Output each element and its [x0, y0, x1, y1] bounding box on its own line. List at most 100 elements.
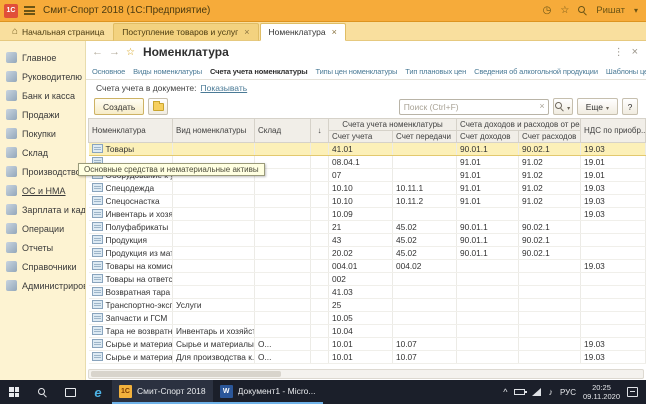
- search-button[interactable]: [552, 98, 573, 115]
- cell-sort[interactable]: [310, 168, 329, 182]
- cell-account[interactable]: 21: [328, 220, 393, 234]
- cell-nomenclature[interactable]: Товары на ответственн...: [88, 272, 173, 286]
- sidebar-item-sklad[interactable]: Склад: [0, 143, 85, 162]
- column-header-income[interactable]: Счет доходов: [456, 130, 520, 143]
- cell-expense[interactable]: 90.02.1: [518, 246, 582, 260]
- sidebar-item-bank-i-kassa[interactable]: Банк и касса: [0, 86, 85, 105]
- cell-warehouse[interactable]: [254, 298, 311, 312]
- cell-expense[interactable]: [518, 324, 582, 338]
- cell-vat[interactable]: 19.03: [580, 181, 646, 195]
- cell-warehouse[interactable]: [254, 285, 311, 299]
- cell-warehouse[interactable]: [254, 259, 311, 273]
- user-name[interactable]: Ришат: [596, 5, 625, 16]
- tab-nomenklatura[interactable]: Номенклатура: [259, 23, 346, 41]
- cell-income[interactable]: 90.01.1: [456, 233, 520, 247]
- cell-vat[interactable]: [580, 272, 646, 286]
- table-row[interactable]: Товары на комиссии 004.01004.02 19.03: [88, 259, 646, 273]
- cell-account[interactable]: 25: [328, 298, 393, 312]
- cell-expense[interactable]: 90.02.1: [518, 142, 582, 156]
- cell-nomenclature[interactable]: Продукция из материало...: [88, 246, 173, 260]
- table-row[interactable]: Полуфабрикаты 21 45.02 90.01.1 90.02.1: [88, 220, 646, 234]
- cell-expense[interactable]: [518, 350, 582, 364]
- cell-account[interactable]: 41.01: [328, 142, 393, 156]
- cell-nomenclature[interactable]: Инвентарь и хозяйственн...: [88, 207, 173, 221]
- cell-account[interactable]: 08.04.1: [328, 155, 393, 169]
- sidebar-item-os-i-nma[interactable]: ОС и НМА: [0, 181, 85, 200]
- cell-transfer[interactable]: [392, 311, 458, 325]
- add-favorite-star-icon[interactable]: [126, 47, 135, 58]
- table-row[interactable]: Возвратная тара 41.03: [88, 285, 646, 299]
- cell-expense[interactable]: [518, 207, 582, 221]
- form-nav-tab[interactable]: Виды номенклатуры: [133, 67, 202, 76]
- create-button[interactable]: Создать: [94, 98, 145, 115]
- cell-transfer[interactable]: [392, 324, 458, 338]
- sidebar-item-zarplata-i-kadry[interactable]: Зарплата и кадры: [0, 200, 85, 219]
- horizontal-scrollbar[interactable]: [88, 369, 644, 379]
- cell-transfer[interactable]: 10.11.1: [392, 181, 458, 195]
- cell-income[interactable]: 91.01: [456, 155, 520, 169]
- table-row[interactable]: Продукция 43 45.02 90.01.1 90.02.1: [88, 233, 646, 247]
- column-header-expense[interactable]: Счет расходов: [518, 130, 582, 143]
- cell-income[interactable]: [456, 272, 520, 286]
- taskbar-app-1c[interactable]: 1С Смит-Спорт 2018: [112, 380, 213, 404]
- cell-transfer[interactable]: [392, 207, 458, 221]
- cell-kind[interactable]: [172, 311, 255, 325]
- cell-expense[interactable]: 91.02: [518, 181, 582, 195]
- cell-vat[interactable]: 19.01: [580, 155, 646, 169]
- cell-sort[interactable]: [310, 181, 329, 195]
- cell-nomenclature[interactable]: Тара не возвратная: [88, 324, 173, 338]
- cell-transfer[interactable]: [392, 155, 458, 169]
- cell-sort[interactable]: [310, 298, 329, 312]
- cell-warehouse[interactable]: [254, 246, 311, 260]
- table-row[interactable]: Транспортно-эксп...Услуги 25: [88, 298, 646, 312]
- cell-expense[interactable]: [518, 259, 582, 273]
- cell-warehouse[interactable]: О...: [254, 337, 311, 351]
- cell-sort[interactable]: [310, 246, 329, 260]
- cell-sort[interactable]: [310, 337, 329, 351]
- clear-search-icon[interactable]: [539, 101, 544, 112]
- cell-expense[interactable]: 91.02: [518, 168, 582, 182]
- cell-income[interactable]: [456, 350, 520, 364]
- favorites-icon[interactable]: [560, 6, 569, 16]
- cell-warehouse[interactable]: [254, 142, 311, 156]
- help-button[interactable]: ?: [622, 98, 638, 115]
- cell-account[interactable]: 10.01: [328, 350, 393, 364]
- cell-vat[interactable]: 19.03: [580, 337, 646, 351]
- cell-account[interactable]: 10.10: [328, 194, 393, 208]
- cell-expense[interactable]: [518, 311, 582, 325]
- table-row[interactable]: Спецоснастка 10.10 10.11.2 91.01 91.02 19.03: [88, 194, 646, 208]
- cell-kind[interactable]: [172, 246, 255, 260]
- main-menu-icon[interactable]: [24, 6, 35, 15]
- sidebar-item-otchety[interactable]: Отчеты: [0, 238, 85, 257]
- sidebar-item-rukovoditelyu[interactable]: Руководителю: [0, 67, 85, 86]
- cell-vat[interactable]: [580, 298, 646, 312]
- cell-kind[interactable]: [172, 233, 255, 247]
- cell-vat[interactable]: 19.01: [580, 168, 646, 182]
- cell-warehouse[interactable]: [254, 207, 311, 221]
- speaker-icon[interactable]: [548, 387, 553, 397]
- sort-indicator-icon[interactable]: ↓: [310, 118, 329, 143]
- cell-kind[interactable]: [172, 272, 255, 286]
- table-row[interactable]: Сырье и материалыСырье и материалыО...10…: [88, 337, 646, 351]
- language-indicator[interactable]: РУС: [560, 388, 576, 397]
- cell-kind[interactable]: [172, 285, 255, 299]
- cell-kind[interactable]: [172, 207, 255, 221]
- cell-account[interactable]: 41.03: [328, 285, 393, 299]
- task-view-button[interactable]: [56, 380, 84, 404]
- table-row[interactable]: Товары на ответственн... 002: [88, 272, 646, 286]
- cell-expense[interactable]: 90.02.1: [518, 233, 582, 247]
- cell-transfer[interactable]: [392, 285, 458, 299]
- cell-nomenclature[interactable]: Сырье и материалы: [88, 337, 173, 351]
- battery-icon[interactable]: [514, 389, 528, 395]
- cell-vat[interactable]: 19.03: [580, 142, 646, 156]
- cell-income[interactable]: [456, 207, 520, 221]
- cell-sort[interactable]: [310, 350, 329, 364]
- create-group-button[interactable]: [148, 98, 169, 115]
- cell-transfer[interactable]: 45.02: [392, 220, 458, 234]
- cell-sort[interactable]: [310, 259, 329, 273]
- cell-transfer[interactable]: [392, 168, 458, 182]
- cell-warehouse[interactable]: [254, 181, 311, 195]
- notification-center-icon[interactable]: [627, 387, 638, 397]
- cell-nomenclature[interactable]: Запчасти и ГСМ: [88, 311, 173, 325]
- cell-vat[interactable]: [580, 324, 646, 338]
